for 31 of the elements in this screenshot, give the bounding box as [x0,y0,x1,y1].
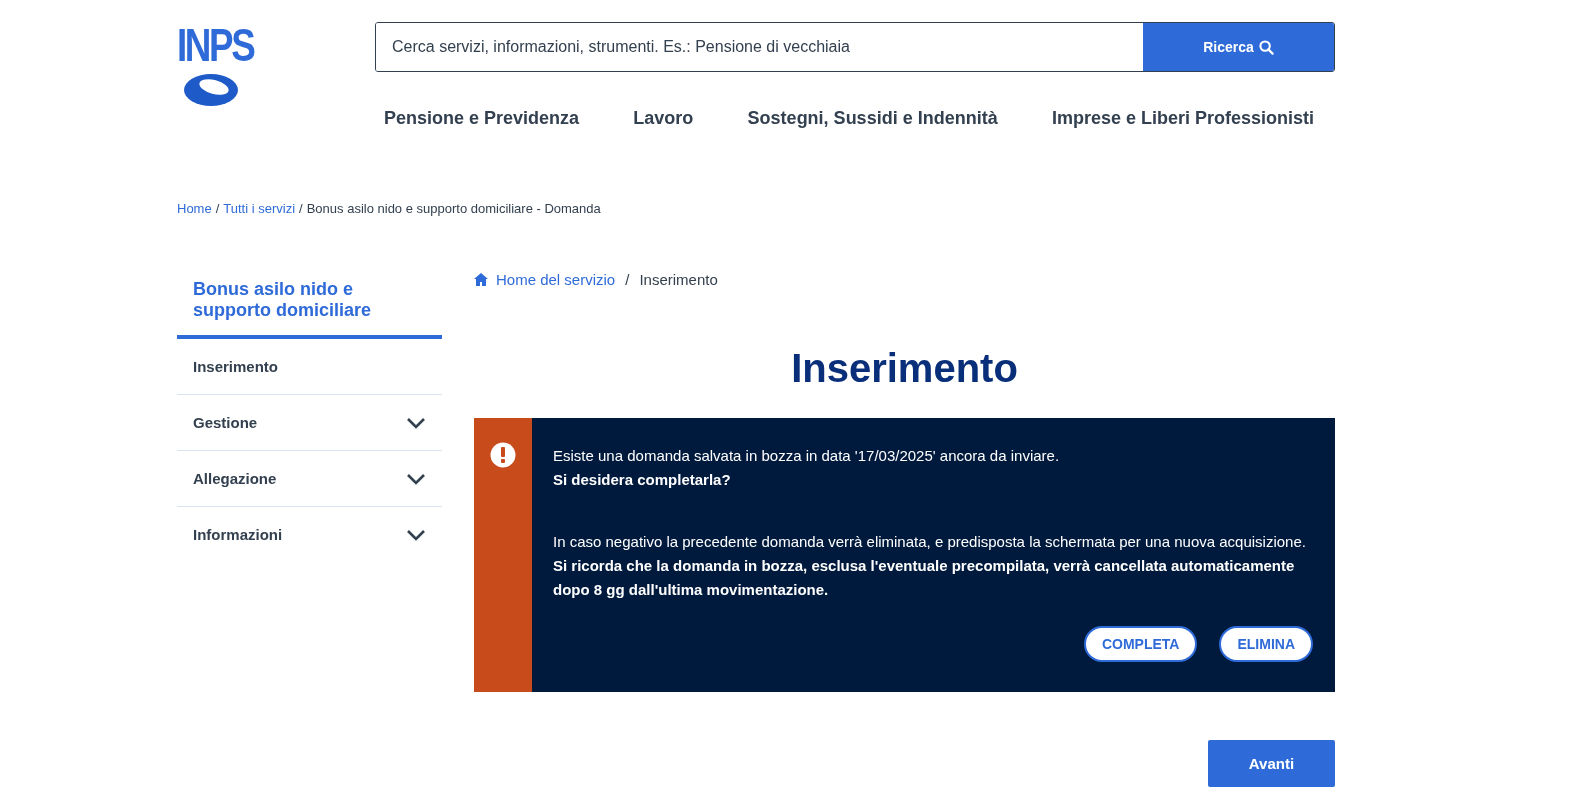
nav-link[interactable]: Pensione e Previdenza [384,108,580,129]
sidebar-title: Bonus asilo nido e supporto domiciliare [177,271,442,339]
sidebar-item[interactable]: Allegazione [177,451,442,507]
breadcrumb-link[interactable]: Tutti i servizi [223,201,296,216]
sidebar-item[interactable]: Gestione [177,395,442,451]
nav-link[interactable]: Lavoro [633,108,694,129]
search-field[interactable]: Cerca servizi, informazioni, strumenti. Es.: Pensione di vecchiaia Ricerca [375,22,1335,72]
search-icon [1258,39,1274,55]
alert-button[interactable]: COMPLETA [1083,626,1198,662]
nav-link[interactable]: Sostegni, Sussidi e Indennità [747,108,998,129]
page-title: Inserimento [790,345,1019,392]
breadcrumb-link[interactable]: Home [177,201,212,216]
breadcrumb-separator: / [299,201,303,216]
next-button[interactable]: Avanti [1208,740,1335,787]
alert-text: Si ricorda che la domanda in bozza, esclusa l'eventuale precompilata, verrà cancellata automaticamente dopo 8 gg dall'ultima movimentazione. [553,556,1296,600]
breadcrumb-current: Bonus asilo nido e supporto domiciliare - Domanda [306,201,601,216]
exclamation-icon [490,442,516,468]
alert-button[interactable]: ELIMINA [1219,626,1313,662]
breadcrumb-separator: / [215,201,220,216]
home-icon [474,273,488,286]
sidebar-item[interactable]: Inserimento [177,339,442,395]
search-button[interactable]: Ricerca [1143,23,1334,71]
breadcrumb-link[interactable]: Home del servizio [474,271,616,288]
alert-text: Si desidera completarla? [553,470,732,490]
nav-link[interactable]: Imprese e Liberi Professionisti [1051,108,1314,129]
logo-text: INPS [177,22,254,68]
breadcrumb-current: Inserimento [639,271,718,288]
breadcrumb-separator: / [625,271,630,288]
sidebar-item[interactable]: Informazioni [177,507,442,562]
alert-text: Esiste una domanda salvata in bozza in data '17/03/2025' ancora da inviare. [553,446,1061,466]
alert-text: In caso negativo la precedente domanda verrà eliminata, e predisposta la schermata per una nuova acquisizione. [553,532,1307,552]
